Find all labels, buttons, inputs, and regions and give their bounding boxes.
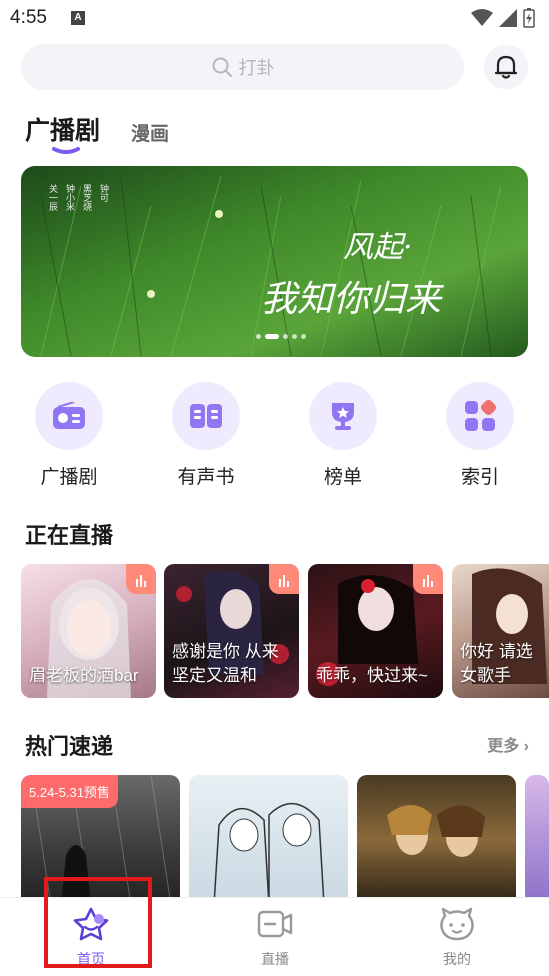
category-icon-bg [35, 382, 103, 450]
category-radio-drama[interactable]: 广播剧 [29, 382, 109, 489]
category-label: 有声书 [177, 467, 235, 488]
live-section-title: 正在直播 [25, 523, 114, 548]
notification-button[interactable] [484, 45, 528, 89]
app-notification-icon: A [71, 11, 85, 25]
battery-icon [523, 8, 535, 28]
status-time: 4:55 [10, 7, 47, 28]
more-label: 更多 [487, 738, 520, 755]
wifi-icon [471, 9, 493, 26]
presale-badge: 5.24-5.31预售 [21, 775, 118, 808]
hot-cover-image [387, 805, 485, 857]
category-icon-bg [446, 382, 514, 450]
credit-name: 关一辰 [48, 184, 58, 211]
category-audiobook[interactable]: 有声书 [166, 382, 246, 489]
banner-carousel[interactable]: 关一辰 钟小米 黑芝烧 钟可 风起· 我知你归来 [21, 166, 528, 357]
tab-comics[interactable]: 漫画 [131, 119, 169, 146]
profile-face-icon [440, 907, 474, 941]
hot-card[interactable] [189, 775, 348, 905]
chevron-right-icon: › [523, 738, 529, 755]
category-icon-bg [309, 382, 377, 450]
more-link[interactable]: 更多 › [487, 732, 529, 756]
tab-radio-drama[interactable]: 广播剧 [25, 111, 100, 147]
banner-dot [301, 334, 306, 339]
category-label: 索引 [460, 467, 499, 488]
live-indicator-icon [126, 564, 156, 594]
live-card-title: 眉老板的酒bar [29, 666, 139, 685]
signal-icon [499, 9, 517, 27]
banner-credits: 关一辰 钟小米 黑芝烧 钟可 [47, 184, 111, 211]
live-indicator-icon [269, 564, 299, 594]
live-card[interactable]: 感谢是你 从来坚定又温和 [164, 564, 299, 698]
category-label: 榜单 [323, 467, 362, 488]
live-card[interactable]: 眉老板的酒bar [21, 564, 156, 698]
highlight-annotation [44, 877, 152, 968]
status-icons [471, 8, 535, 28]
category-icon-bg [172, 382, 240, 450]
banner-title-line2: 我知你归来 [261, 279, 442, 320]
credit-name: 钟小米 [65, 184, 75, 211]
live-card-title: 你好 请选女歌手 [460, 642, 533, 685]
tab-active-indicator [52, 147, 80, 154]
category-ranking[interactable]: 榜单 [303, 382, 383, 489]
hot-cover-image [213, 802, 325, 905]
search-bar[interactable]: 打卦 [21, 44, 464, 90]
hot-card[interactable] [525, 775, 549, 905]
radio-icon [53, 402, 85, 429]
banner-pagination [256, 334, 306, 339]
banner-dot-active [265, 334, 279, 339]
live-card[interactable]: 乖乖，快过来~ [308, 564, 443, 698]
live-card-title: 感谢是你 从来坚定又温和 [172, 642, 279, 685]
nav-profile[interactable]: 我的 [412, 906, 502, 969]
bell-icon [494, 55, 518, 79]
nav-label: 我的 [443, 951, 471, 967]
live-indicator-icon [413, 564, 443, 594]
live-card[interactable]: 你好 请选女歌手 [452, 564, 549, 698]
credit-name: 黑芝烧 [82, 184, 92, 211]
hot-card[interactable] [357, 775, 516, 905]
search-placeholder: 打卦 [238, 58, 275, 78]
book-icon [190, 404, 222, 428]
banner-dot [283, 334, 288, 339]
category-index[interactable]: 索引 [440, 382, 520, 489]
live-tv-icon [257, 910, 293, 938]
banner-title-line1: 风起· [343, 230, 413, 265]
category-label: 广播剧 [40, 467, 98, 488]
index-icon [465, 400, 496, 431]
status-bar: 4:55 A [0, 0, 549, 36]
credit-name: 钟可 [99, 184, 109, 202]
banner-dot [256, 334, 261, 339]
live-card-title: 乖乖，快过来~ [316, 666, 428, 685]
hot-section-title: 热门速递 [25, 734, 114, 759]
banner-dot [292, 334, 297, 339]
nav-live[interactable]: 直播 [230, 906, 320, 969]
search-icon [212, 57, 232, 77]
nav-label: 直播 [261, 951, 289, 967]
trophy-icon [332, 403, 354, 430]
